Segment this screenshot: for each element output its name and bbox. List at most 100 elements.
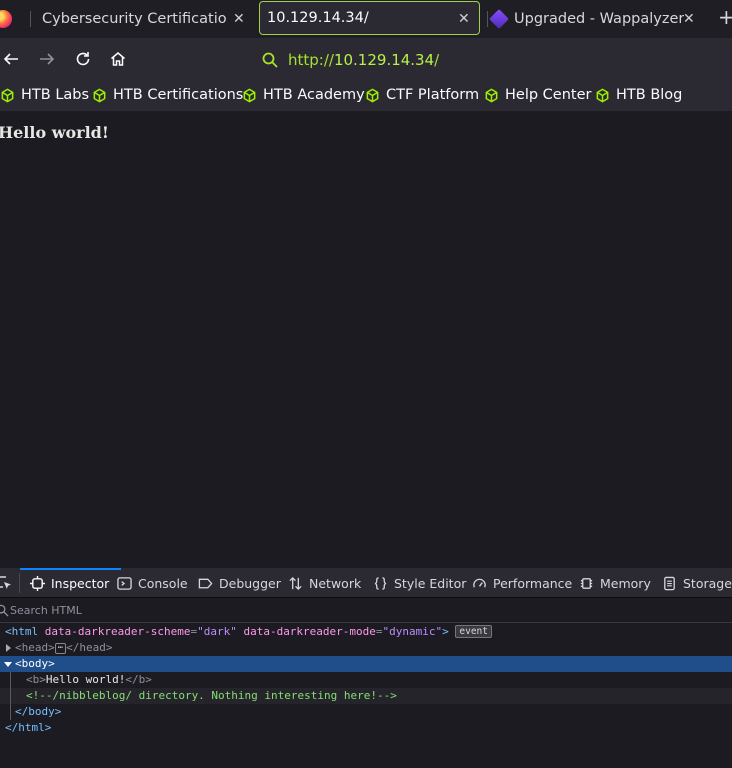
markup-line-body-close[interactable]: </body> [0,704,732,720]
devtools-tab-label: Inspector [51,575,110,591]
devtools-tab-label: Storage [683,575,732,591]
markup-text: Hello world! [45,673,126,686]
devtools-tab-memory[interactable]: Memory [579,568,651,598]
devtools-tab-debugger[interactable]: Debugger [198,568,281,598]
toolbar-divider [19,573,20,593]
bookmark-htb-academy[interactable]: HTB Academy [242,87,365,103]
markup-attr-name: data-darkreader-mode [243,625,376,638]
cube-icon [366,88,379,102]
debugger-icon [198,578,213,588]
tab-wappalyzer[interactable]: Upgraded - Wappalyzer ✕ [489,0,702,38]
event-badge[interactable]: event [455,625,492,638]
collapse-arrow-icon[interactable] [4,662,12,667]
devtools-tab-performance[interactable]: Performance [472,568,572,598]
bookmark-label: HTB Academy [263,87,365,103]
tab-title: 10.129.14.34/ [267,10,369,26]
devtools-tab-label: Style Editor [394,575,467,591]
search-html-bar[interactable]: Search HTML [0,599,732,623]
markup-attr-value: "dynamic" [382,625,443,638]
arrow-right-icon [40,53,55,65]
tab-separator [487,11,488,27]
devtools-tab-network[interactable]: Network [288,568,361,598]
page-content: Hello world! [0,111,732,568]
collapsed-ellipsis[interactable]: ⋯ [54,643,67,654]
arrow-left-icon [3,53,18,65]
markup-tag: </b> [125,673,152,686]
element-picker-icon[interactable] [0,575,12,591]
tab-title: Cybersecurity Certifications | [42,11,226,27]
devtools-tab-label: Network [309,575,362,591]
tab-separator [30,11,31,27]
tab-active-10-129-14-34[interactable]: 10.129.14.34/ ✕ [259,1,480,35]
devtools-toolbar: Inspector Console Debugger Network Style… [0,568,732,598]
page-heading: Hello world! [0,123,109,142]
markup-tag: </html> [5,721,52,734]
bookmark-label: HTB Labs [21,87,90,103]
new-tab-button[interactable]: + [718,7,732,27]
devtools-tab-storage[interactable]: Storage [662,568,732,598]
markup-line-html[interactable]: <html data-darkreader-scheme="dark" data… [0,624,732,640]
markup-line-head[interactable]: <head> ⋯ </head> [0,640,732,656]
url-input[interactable]: http://10.129.14.34/ [288,51,439,69]
tab-strip: Cybersecurity Certifications | ✕ 10.129.… [0,0,732,38]
devtools-tab-label: Console [138,575,188,591]
bookmark-ctf-platform[interactable]: CTF Platform [365,87,479,103]
forward-button[interactable] [36,48,58,70]
cube-icon [596,88,609,102]
gauge-icon [473,578,486,588]
tab-cybersecurity-certifications[interactable]: Cybersecurity Certifications | ✕ [42,0,252,38]
bookmark-htb-certifications[interactable]: HTB Certifications [92,87,243,103]
markup-tag: > [442,625,449,638]
markup-attr-value: "dark" [197,625,237,638]
url-path: / [434,51,440,69]
reload-button[interactable] [72,48,94,70]
markup-line-comment[interactable]: <!--/nibbleblog/ directory. Nothing inte… [0,688,732,704]
bookmark-help-center[interactable]: Help Center [484,87,591,103]
bookmark-label: HTB Blog [616,87,683,103]
devtools-tab-label: Performance [493,575,573,591]
cube-icon [93,88,106,102]
markup-tag: <body> [15,657,55,670]
markup-comment: <!--/nibbleblog/ directory. Nothing inte… [26,689,397,702]
markup-line-html-close[interactable]: </html> [0,720,732,736]
markup-tag: <b> [26,673,46,686]
markup-tag: <head> [15,641,55,654]
memory-chip-icon [580,577,593,589]
back-button[interactable] [0,48,22,70]
close-icon[interactable]: ✕ [683,12,695,26]
inspector-icon [30,575,45,591]
reload-icon [76,52,90,66]
markup-line-body[interactable]: <body> [0,656,732,672]
home-icon [111,52,125,66]
cube-icon [243,88,256,102]
markup-line-b[interactable]: <b>Hello world!</b> [0,672,732,688]
markup-attr-name: data-darkreader-scheme [44,625,191,638]
devtools-tab-console[interactable]: Console [117,568,188,598]
console-icon [117,576,132,590]
markup-tag: <html [5,625,39,638]
network-icon [289,576,302,590]
bookmark-label: CTF Platform [386,87,480,103]
devtools-tab-label: Memory [600,575,651,591]
url-scheme: http:// [288,51,334,69]
home-button[interactable] [107,48,129,70]
tree-guide-line [10,672,11,720]
search-icon [262,52,278,68]
close-icon[interactable]: ✕ [233,12,245,26]
close-icon[interactable]: ✕ [458,12,470,26]
devtools-tab-label: Debugger [219,575,281,591]
search-html-input[interactable]: Search HTML [10,604,82,617]
markup-tag: </body> [15,705,62,718]
firefox-logo-icon [0,10,12,28]
devtools-tab-inspector[interactable]: Inspector [19,568,122,598]
devtools-tab-style-editor[interactable]: Style Editor [373,568,466,598]
expand-arrow-icon[interactable] [6,644,11,652]
bookmark-htb-blog[interactable]: HTB Blog [595,87,682,103]
bookmark-htb-labs[interactable]: HTB Labs [0,87,89,103]
braces-icon [374,576,387,590]
cube-icon [485,88,498,102]
wappalyzer-icon [489,9,509,29]
tab-title: Upgraded - Wappalyzer [514,11,685,27]
bookmark-label: HTB Certifications [113,87,244,103]
storage-icon [664,576,675,590]
